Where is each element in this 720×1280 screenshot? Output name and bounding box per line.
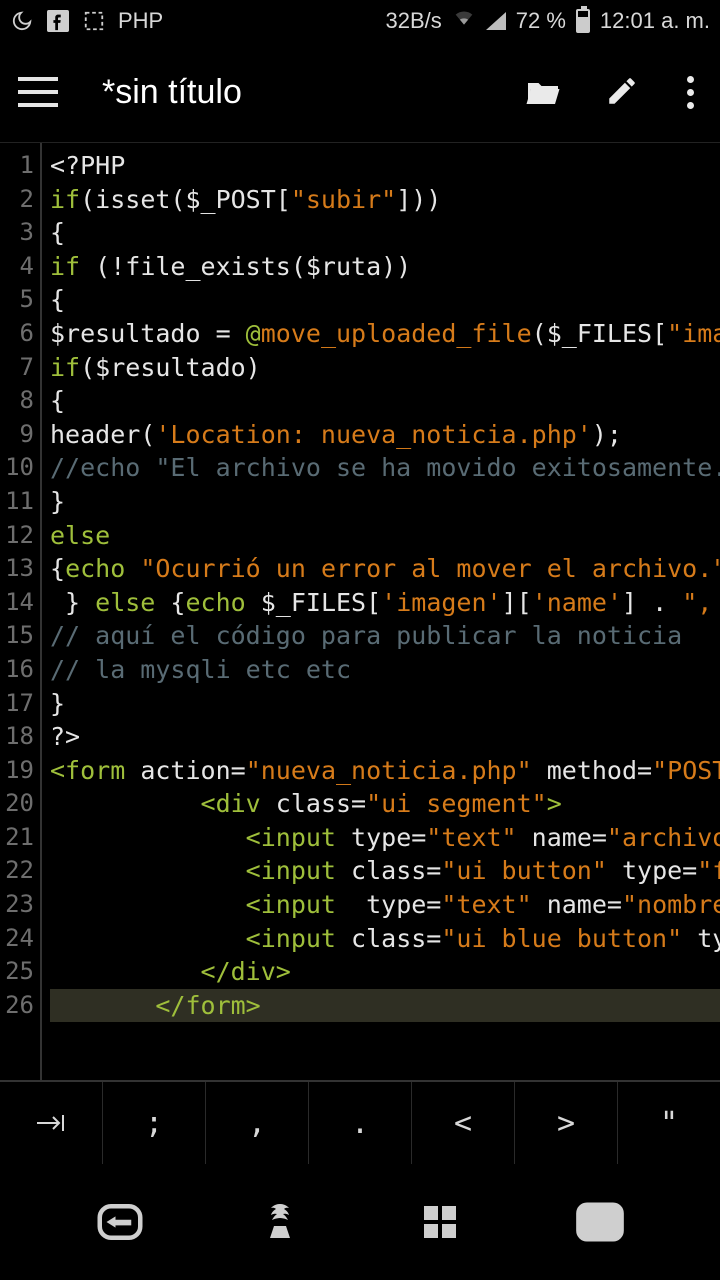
code-line: </div> [50, 957, 291, 986]
code-line: { [50, 386, 65, 415]
code-line: <form action="nueva_noticia.php" method=… [50, 756, 720, 785]
code-line: <input class="ui blue button" type="subm… [50, 924, 720, 953]
code-line: { [50, 218, 65, 247]
symbol-toolbar: ; , . < > " [0, 1080, 720, 1164]
battery-pct: 72 % [516, 8, 566, 34]
status-bar: PHP 32B/s 72 % 12:01 a. m. [0, 0, 720, 42]
code-line: { [50, 285, 65, 314]
code-line: header('Location: nueva_noticia.php'); [50, 420, 622, 449]
system-nav-bar [0, 1164, 720, 1280]
insert-lt-button[interactable]: < [412, 1082, 515, 1164]
moon-icon [10, 9, 34, 33]
insert-gt-button[interactable]: > [515, 1082, 618, 1164]
battery-icon [576, 9, 590, 33]
code-line: {echo "Ocurrió un error al mover el arch… [50, 554, 720, 583]
insert-comma-button[interactable]: , [206, 1082, 309, 1164]
code-line: else [50, 521, 110, 550]
code-line: <div class="ui segment"> [50, 789, 562, 818]
code-line: if($resultado) [50, 353, 261, 382]
insert-semicolon-button[interactable]: ; [103, 1082, 206, 1164]
code-line: if(isset($_POST["subir"])) [50, 185, 441, 214]
insert-dot-button[interactable]: . [309, 1082, 412, 1164]
code-line: } else {echo $_FILES['imagen']['name'] .… [50, 588, 720, 617]
signal-icon [486, 12, 506, 30]
code-line: <input type="text" name="nombre_peli"> [50, 890, 720, 919]
menu-button[interactable] [18, 77, 58, 107]
line-gutter: 1234567891011121314151617181920212223242… [0, 143, 42, 1080]
code-line: //echo "El archivo se ha movido exitosam… [50, 453, 720, 482]
app-bar: *sin título [0, 42, 720, 142]
code-line: // aquí el código para publicar la notic… [50, 621, 682, 650]
insert-quote-button[interactable]: " [618, 1082, 720, 1164]
code-line: <input class="ui button" type="file" nam… [50, 856, 720, 885]
code-line: } [50, 487, 65, 516]
facebook-icon [46, 9, 70, 33]
overflow-menu-button[interactable] [687, 76, 694, 109]
drawer-button[interactable] [570, 1195, 630, 1249]
code-line: ?> [50, 722, 80, 751]
clock: 12:01 a. m. [600, 8, 710, 34]
code-line: $resultado = @move_uploaded_file($_FILES… [50, 319, 720, 348]
code-editor[interactable]: 1234567891011121314151617181920212223242… [0, 142, 720, 1080]
edit-button[interactable] [605, 74, 641, 110]
back-button[interactable] [90, 1195, 150, 1249]
document-title: *sin título [102, 73, 242, 112]
open-file-button[interactable] [523, 74, 559, 110]
insert-tab-button[interactable] [0, 1082, 103, 1164]
recents-button[interactable] [410, 1195, 470, 1249]
code-line: <?PHP [50, 151, 125, 180]
code-line: } [50, 689, 65, 718]
code-line: // la mysqli etc etc [50, 655, 351, 684]
code-line: <input type="text" name="archivo_final" … [50, 823, 720, 852]
code-area[interactable]: <?PHP if(isset($_POST["subir"])) { if (!… [42, 143, 720, 1080]
net-speed: 32B/s [386, 8, 442, 34]
code-line: if (!file_exists($ruta)) [50, 252, 411, 281]
php-icon: PHP [118, 8, 163, 34]
home-button[interactable] [250, 1195, 310, 1249]
wifi-icon [452, 8, 476, 34]
code-line-current: </form> [50, 989, 720, 1023]
screenshot-icon [82, 9, 106, 33]
